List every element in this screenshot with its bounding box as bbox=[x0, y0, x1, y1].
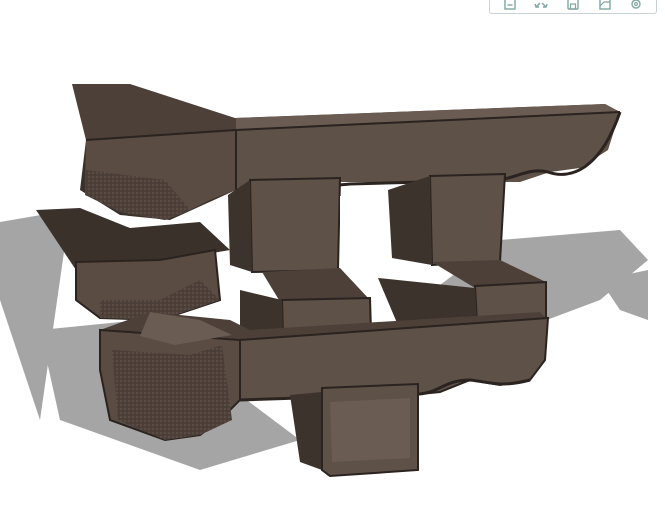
bottom-dowel bbox=[290, 382, 419, 478]
image-button[interactable] bbox=[594, 0, 616, 11]
fullscreen-icon bbox=[534, 2, 549, 8]
save-button[interactable] bbox=[562, 0, 584, 11]
fullscreen-button[interactable] bbox=[530, 0, 552, 11]
export-icon bbox=[504, 0, 516, 10]
image-icon bbox=[598, 0, 611, 10]
3d-viewport[interactable] bbox=[0, 0, 665, 507]
save-icon bbox=[567, 0, 579, 10]
gear-icon bbox=[631, 0, 641, 9]
viewer-toolbar bbox=[489, 0, 657, 14]
posts bbox=[228, 172, 507, 274]
export-button[interactable] bbox=[499, 0, 521, 11]
model-render[interactable] bbox=[0, 0, 665, 507]
settings-button[interactable] bbox=[625, 0, 647, 11]
